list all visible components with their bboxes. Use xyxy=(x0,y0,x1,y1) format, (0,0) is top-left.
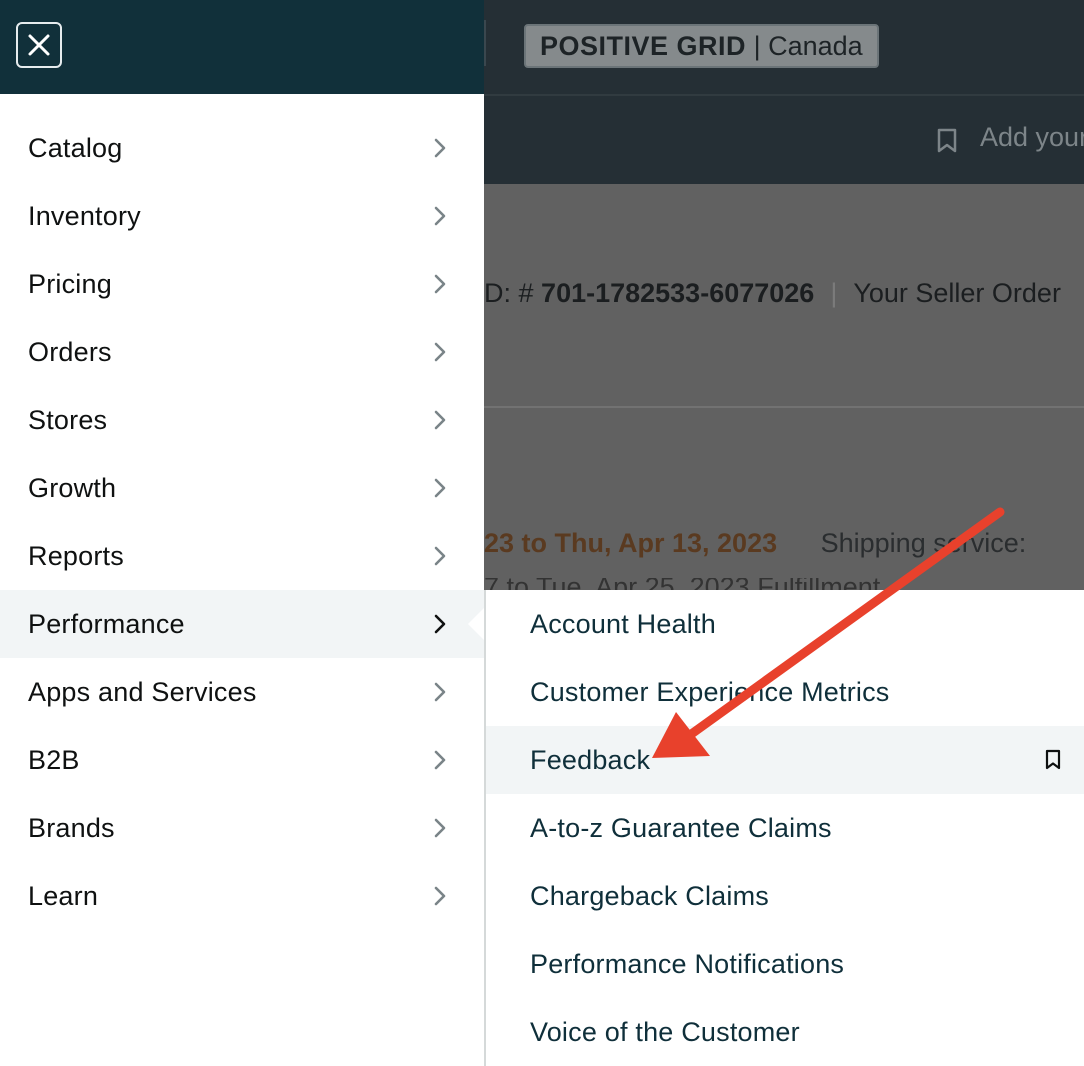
submenu-item-label: Account Health xyxy=(530,608,716,639)
store-brand: POSITIVE GRID xyxy=(540,31,747,61)
order-id: 701-1782533-6077026 xyxy=(541,278,815,308)
submenu-item-label: A-to-z Guarantee Claims xyxy=(530,812,832,843)
chevron-right-icon xyxy=(434,750,446,770)
nav-item-label: Reports xyxy=(28,540,124,571)
nav-item-label: Performance xyxy=(28,608,185,639)
nav-item-label: Stores xyxy=(28,404,108,435)
topbar-divider xyxy=(484,20,486,66)
nav-item-label: Apps and Services xyxy=(28,676,257,707)
submenu-item-performance-notifications[interactable]: Performance Notifications xyxy=(486,930,1084,998)
close-icon xyxy=(28,34,50,56)
performance-submenu: Account Health Customer Experience Metri… xyxy=(484,590,1084,1066)
nav-item-label: Inventory xyxy=(28,200,141,231)
submenu-item-label: Performance Notifications xyxy=(530,948,845,979)
nav-item-pricing[interactable]: Pricing xyxy=(0,250,484,318)
order-id-prefix: D: # xyxy=(484,278,534,308)
bookmark-icon[interactable] xyxy=(1044,749,1062,771)
submenu-item-chargeback-claims[interactable]: Chargeback Claims xyxy=(486,862,1084,930)
chevron-right-icon xyxy=(434,342,446,362)
delivery-date-range: 23 to Thu, Apr 13, 2023 xyxy=(484,528,778,558)
nav-item-label: Catalog xyxy=(28,132,123,163)
partial-text: 7 to Tue, Apr 25, 2023 Fulfillment xyxy=(484,578,1084,590)
nav-item-brands[interactable]: Brands xyxy=(0,794,484,862)
submenu-item-label: Customer Experience Metrics xyxy=(530,676,890,707)
store-separator: | xyxy=(753,31,761,61)
submenu-item-label: Chargeback Claims xyxy=(530,880,769,911)
nav-item-orders[interactable]: Orders xyxy=(0,318,484,386)
nav-item-apps-and-services[interactable]: Apps and Services xyxy=(0,658,484,726)
submenu-item-account-health[interactable]: Account Health xyxy=(486,590,1084,658)
nav-item-growth[interactable]: Growth xyxy=(0,454,484,522)
shipping-service-label: Shipping service: xyxy=(820,528,1027,558)
chevron-right-icon xyxy=(434,206,446,226)
chevron-right-icon xyxy=(434,138,446,158)
nav-item-b2b[interactable]: B2B xyxy=(0,726,484,794)
submenu-item-customer-experience-metrics[interactable]: Customer Experience Metrics xyxy=(486,658,1084,726)
nav-item-catalog[interactable]: Catalog xyxy=(0,114,484,182)
chevron-right-icon xyxy=(434,546,446,566)
nav-item-label: Growth xyxy=(28,472,117,503)
nav-item-learn[interactable]: Learn xyxy=(0,862,484,930)
content-divider xyxy=(484,406,1084,408)
submenu-list: Account Health Customer Experience Metri… xyxy=(486,590,1084,1066)
drawer-header xyxy=(0,0,484,94)
bookmark-icon[interactable] xyxy=(936,128,958,154)
seller-order-label: Your Seller Order xyxy=(853,278,1061,308)
chevron-right-icon xyxy=(434,478,446,498)
add-bookmark-link[interactable]: Add your xyxy=(980,122,1084,153)
chevron-right-icon xyxy=(434,682,446,702)
nav-item-performance[interactable]: Performance xyxy=(0,590,484,658)
nav-item-label: Orders xyxy=(28,336,112,367)
nav-item-label: B2B xyxy=(28,744,80,775)
order-id-line: D: # 701-1782533-6077026 | Your Seller Ord… xyxy=(484,278,1061,309)
submenu-caret xyxy=(468,608,484,640)
chevron-right-icon xyxy=(434,886,446,906)
nav-item-reports[interactable]: Reports xyxy=(0,522,484,590)
submenu-item-label: Feedback xyxy=(530,744,651,775)
close-menu-button[interactable] xyxy=(16,22,62,68)
nav-item-label: Learn xyxy=(28,880,99,911)
submenu-item-feedback[interactable]: Feedback xyxy=(486,726,1084,794)
navigation-drawer: Catalog Inventory Pricing Orders Stores … xyxy=(0,94,484,1066)
order-divider: | xyxy=(830,278,838,308)
submenu-item-a-to-z-guarantee-claims[interactable]: A-to-z Guarantee Claims xyxy=(486,794,1084,862)
nav-item-inventory[interactable]: Inventory xyxy=(0,182,484,250)
submenu-item-label: Voice of the Customer xyxy=(530,1016,800,1047)
nav-item-label: Pricing xyxy=(28,268,112,299)
submenu-item-voice-of-the-customer[interactable]: Voice of the Customer xyxy=(486,998,1084,1066)
partial-text-line: 7 to Tue, Apr 25, 2023 Fulfillment xyxy=(484,578,1084,590)
chevron-right-icon xyxy=(434,614,446,634)
chevron-right-icon xyxy=(434,274,446,294)
store-region: Canada xyxy=(768,31,863,61)
chevron-right-icon xyxy=(434,410,446,430)
delivery-date-line: 23 to Thu, Apr 13, 2023 Shipping service… xyxy=(484,528,1026,559)
nav-item-stores[interactable]: Stores xyxy=(0,386,484,454)
nav-item-label: Brands xyxy=(28,812,115,843)
store-switcher[interactable]: POSITIVE GRID | Canada xyxy=(524,24,879,68)
chevron-right-icon xyxy=(434,818,446,838)
nav-menu: Catalog Inventory Pricing Orders Stores … xyxy=(0,114,484,930)
